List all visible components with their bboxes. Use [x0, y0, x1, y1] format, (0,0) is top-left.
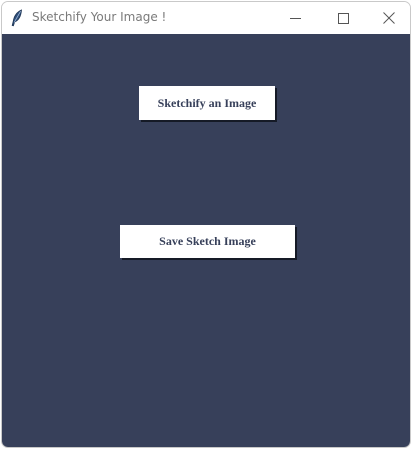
sketchify-image-button[interactable]: Sketchify an Image — [139, 86, 275, 120]
close-button[interactable] — [366, 2, 410, 34]
maximize-button[interactable] — [320, 2, 366, 34]
feather-icon — [10, 9, 24, 27]
minimize-icon — [289, 13, 301, 24]
minimize-button[interactable] — [272, 2, 318, 34]
maximize-icon — [337, 12, 349, 24]
window-title: Sketchify Your Image ! — [32, 10, 167, 24]
app-window: Sketchify Your Image ! Sketchify an Imag… — [1, 1, 411, 448]
main-panel: Sketchify an Image Save Sketch Image — [2, 34, 410, 447]
title-bar[interactable]: Sketchify Your Image ! — [2, 2, 410, 34]
close-icon — [383, 12, 395, 24]
save-sketch-button[interactable]: Save Sketch Image — [120, 225, 295, 258]
